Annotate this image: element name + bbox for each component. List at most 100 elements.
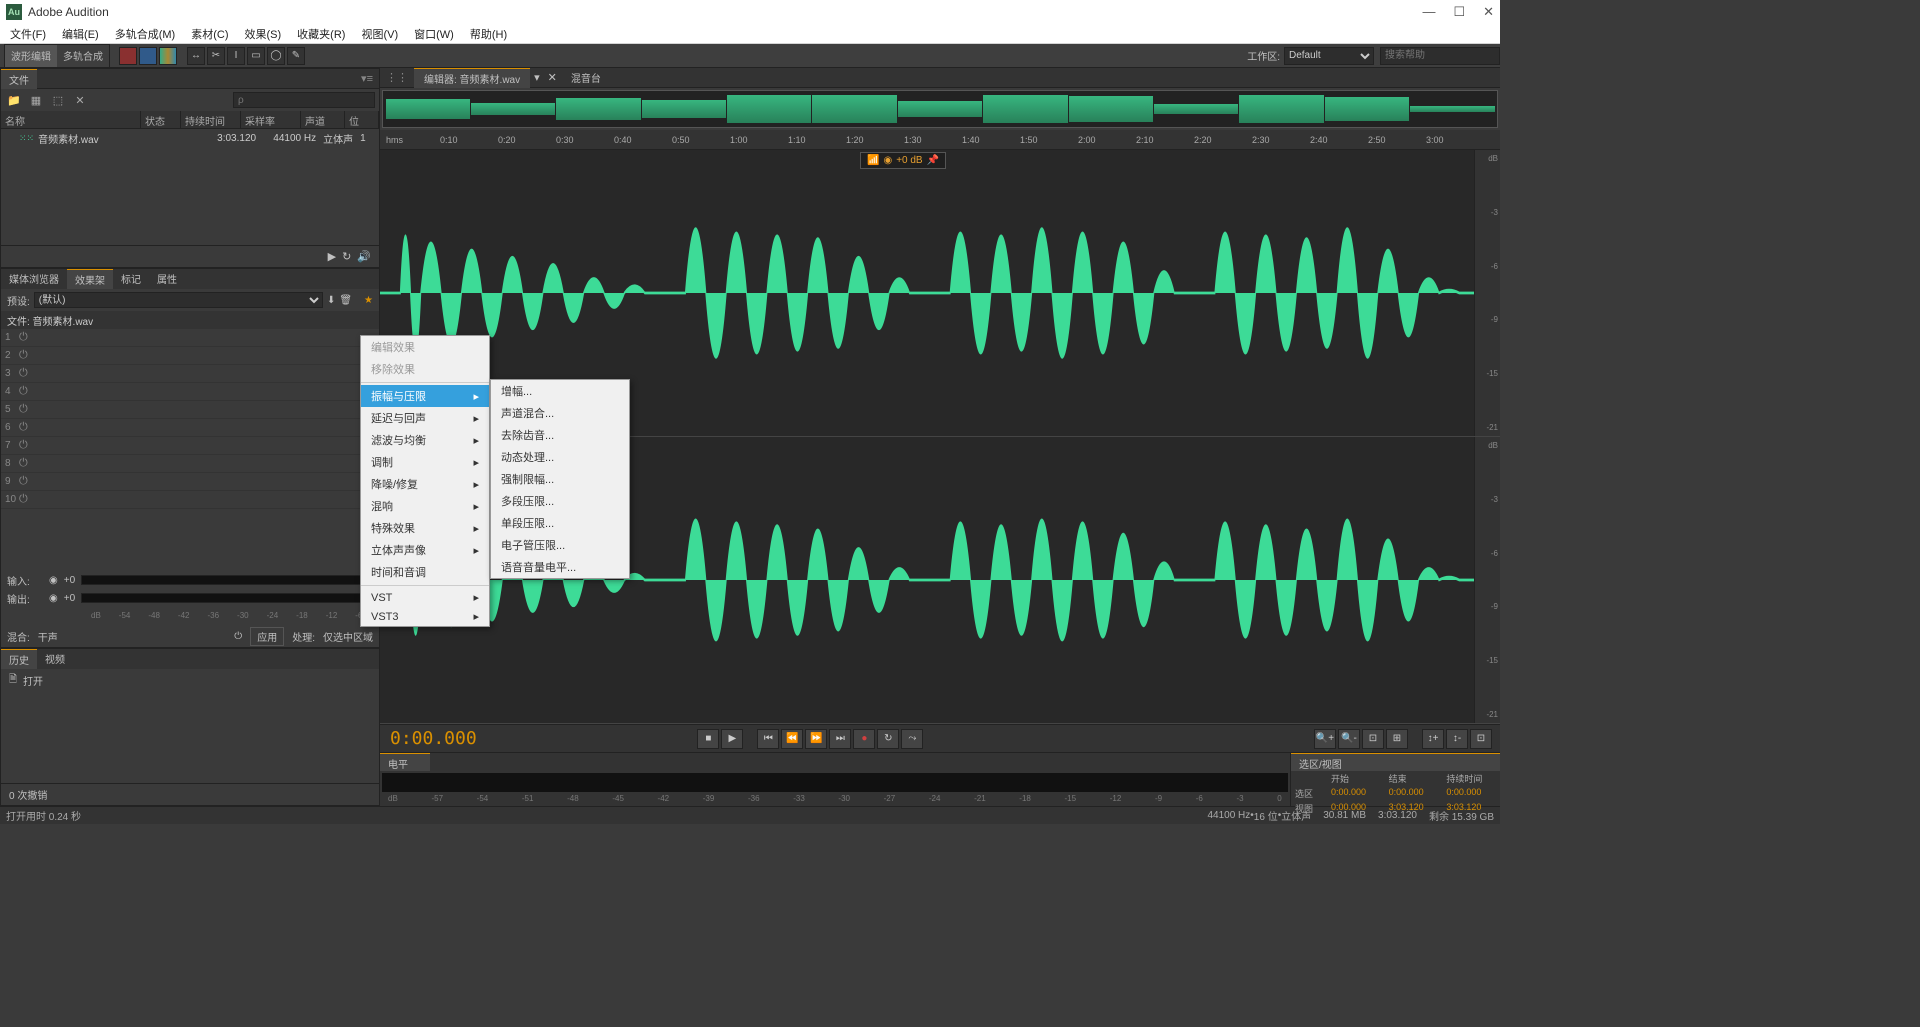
waveform-overview[interactable]	[382, 90, 1498, 128]
record-button[interactable]: ●	[853, 729, 875, 749]
col-duration[interactable]: 持续时间	[181, 111, 241, 128]
menu-help[interactable]: 帮助(H)	[462, 24, 515, 44]
workspace-select[interactable]: Default	[1284, 47, 1374, 65]
sel-end[interactable]: 0:00.000	[1385, 786, 1443, 801]
minimize-button[interactable]: —	[1422, 4, 1435, 20]
tab-multitrack-editor[interactable]: 多轨合成	[57, 45, 109, 67]
menu-multitrack[interactable]: 多轨合成(M)	[107, 24, 184, 44]
zoom-full-icon[interactable]: ⊡	[1362, 729, 1384, 749]
submenu-hard-limiter[interactable]: 强制限幅...	[491, 468, 629, 490]
new-file-icon[interactable]: ▦	[27, 92, 45, 108]
effect-slot[interactable]: 5⏻▸	[1, 401, 379, 419]
menu-reverb[interactable]: 混响▸	[361, 495, 489, 517]
menu-clip[interactable]: 素材(C)	[183, 24, 236, 44]
pin-icon[interactable]: 📌	[927, 155, 939, 166]
panel-grip-icon[interactable]: ⋮⋮	[380, 71, 414, 84]
submenu-amplify[interactable]: 增幅...	[491, 380, 629, 402]
menu-edit[interactable]: 编辑(E)	[54, 24, 107, 44]
menu-stereo[interactable]: 立体声声像▸	[361, 539, 489, 561]
close-file-icon[interactable]: ✕	[71, 92, 89, 108]
delete-preset-icon[interactable]: 🗑	[339, 295, 352, 306]
menu-noise[interactable]: 降噪/修复▸	[361, 473, 489, 495]
apply-button[interactable]: 应用	[250, 627, 284, 646]
gain-hud[interactable]: 📶◉+0 dB📌	[860, 152, 946, 169]
tool-blue-icon[interactable]	[139, 47, 157, 65]
zoom-out-icon[interactable]: 🔍-	[1338, 729, 1360, 749]
zoom-out-v-icon[interactable]: ↕-	[1446, 729, 1468, 749]
effect-slot[interactable]: 10⏻▸	[1, 491, 379, 509]
col-status[interactable]: 状态	[141, 111, 181, 128]
menu-special[interactable]: 特殊效果▸	[361, 517, 489, 539]
rewind-button[interactable]: ⏪	[781, 729, 803, 749]
stop-button[interactable]: ■	[697, 729, 719, 749]
sel-start[interactable]: 0:00.000	[1327, 786, 1385, 801]
go-end-button[interactable]: ⏭	[829, 729, 851, 749]
play-button[interactable]: ▶	[721, 729, 743, 749]
power-icon[interactable]: ⏻	[19, 331, 33, 344]
marquee-icon[interactable]: ▭	[247, 47, 265, 65]
tool-red-icon[interactable]	[119, 47, 137, 65]
skip-selection-button[interactable]: ⤳	[901, 729, 923, 749]
files-filter-input[interactable]	[233, 92, 375, 108]
time-select-icon[interactable]: I	[227, 47, 245, 65]
close-button[interactable]: ✕	[1483, 4, 1494, 20]
menu-delay[interactable]: 延迟与回声▸	[361, 407, 489, 429]
razor-tool-icon[interactable]: ✂	[207, 47, 225, 65]
favorite-icon[interactable]: ★	[364, 295, 373, 306]
tab-markers[interactable]: 标记	[113, 269, 149, 289]
submenu-speech-leveler[interactable]: 语音音量电平...	[491, 556, 629, 578]
menu-filter[interactable]: 滤波与均衡▸	[361, 429, 489, 451]
submenu-tube[interactable]: 电子管压限...	[491, 534, 629, 556]
brush-icon[interactable]: ✎	[287, 47, 305, 65]
effect-slot[interactable]: 8⏻▸	[1, 455, 379, 473]
menu-effects[interactable]: 效果(S)	[237, 24, 290, 44]
col-bit[interactable]: 位	[345, 111, 379, 128]
zoom-reset-v-icon[interactable]: ⊡	[1470, 729, 1492, 749]
tab-history[interactable]: 历史	[1, 649, 37, 669]
knob-icon[interactable]: ◉	[883, 155, 892, 166]
timeline-ruler[interactable]: hms 0:100:200:300:400:501:001:101:201:30…	[380, 130, 1500, 150]
power-icon[interactable]: ⏻	[234, 631, 242, 642]
go-start-button[interactable]: ⏮	[757, 729, 779, 749]
effect-slot[interactable]: 7⏻▸	[1, 437, 379, 455]
file-row[interactable]: ⁙⁙ 音频素材.wav 3:03.120 44100 Hz 立体声 1	[1, 129, 379, 147]
maximize-button[interactable]: ☐	[1453, 4, 1465, 20]
submenu-deesser[interactable]: 去除齿音...	[491, 424, 629, 446]
submenu-dynamics[interactable]: 动态处理...	[491, 446, 629, 468]
search-help-input[interactable]	[1380, 47, 1500, 65]
selection-tab[interactable]: 选区/视图	[1291, 753, 1500, 771]
timecode-display[interactable]: 0:00.000	[380, 728, 487, 749]
menu-view[interactable]: 视图(V)	[353, 24, 406, 44]
zoom-selection-icon[interactable]: ⊞	[1386, 729, 1408, 749]
submenu-multiband[interactable]: 多段压限...	[491, 490, 629, 512]
panel-menu-icon[interactable]: ▾≡	[355, 72, 379, 85]
files-tab[interactable]: 文件	[1, 69, 37, 89]
move-tool-icon[interactable]: ↔	[187, 47, 205, 65]
tool-spectral-icon[interactable]	[159, 47, 177, 65]
import-icon[interactable]: ⬚	[49, 92, 67, 108]
tab-editor[interactable]: 编辑器: 音频素材.wav	[414, 68, 530, 88]
auto-play-icon[interactable]: 🔊	[357, 250, 371, 263]
submenu-channel-mixer[interactable]: 声道混合...	[491, 402, 629, 424]
col-channels[interactable]: 声道	[301, 111, 345, 128]
save-preset-icon[interactable]: ⬇	[327, 295, 335, 306]
col-samplerate[interactable]: 采样率	[241, 111, 301, 128]
menu-vst3[interactable]: VST3▸	[361, 607, 489, 626]
close-tab-icon[interactable]: ✕	[544, 71, 561, 84]
knob-icon[interactable]: ◉	[49, 575, 58, 586]
submenu-singleband[interactable]: 单段压限...	[491, 512, 629, 534]
levels-tab[interactable]: 电平	[380, 753, 430, 771]
sel-dur[interactable]: 0:00.000	[1442, 786, 1500, 801]
menu-time-pitch[interactable]: 时间和音调	[361, 561, 489, 583]
loop-icon[interactable]: ↻	[342, 250, 351, 263]
zoom-in-icon[interactable]: 🔍+	[1314, 729, 1336, 749]
effect-slot[interactable]: 4⏻▸	[1, 383, 379, 401]
zoom-in-v-icon[interactable]: ↕+	[1422, 729, 1444, 749]
play-icon[interactable]: ▶	[328, 250, 336, 263]
effect-slot[interactable]: 9⏻▸	[1, 473, 379, 491]
tab-effects-rack[interactable]: 效果架	[67, 269, 113, 289]
tab-mixer[interactable]: 混音台	[561, 68, 611, 88]
effect-slot[interactable]: 1⏻▸	[1, 329, 379, 347]
menu-window[interactable]: 窗口(W)	[406, 24, 462, 44]
menu-favorites[interactable]: 收藏夹(R)	[289, 24, 353, 44]
